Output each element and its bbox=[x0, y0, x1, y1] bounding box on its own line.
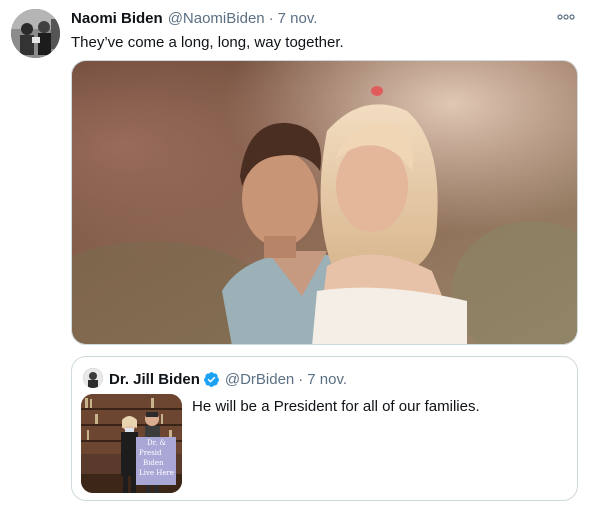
quoted-timestamp[interactable]: 7 nov. bbox=[307, 371, 347, 388]
verified-badge-icon bbox=[203, 371, 220, 388]
tweet-photo[interactable] bbox=[71, 60, 578, 345]
sign-line: Biden bbox=[143, 459, 164, 467]
tweet[interactable]: Naomi Biden @NaomiBiden · 7 nov. They’ve… bbox=[0, 0, 592, 510]
sign-line: Dr. & bbox=[147, 439, 166, 447]
author-avatar[interactable] bbox=[11, 9, 60, 58]
tweet-text: They’ve come a long, long, way together. bbox=[71, 34, 344, 51]
author-handle[interactable]: @NaomiBiden bbox=[168, 10, 265, 27]
avatar-image bbox=[11, 9, 60, 58]
quoted-tweet-text: He will be a President for all of our fa… bbox=[192, 398, 480, 415]
tweet-timestamp[interactable]: 7 nov. bbox=[278, 10, 318, 27]
quoted-avatar-image bbox=[83, 368, 103, 388]
quoted-tweet[interactable]: Dr. Jill Biden @DrBiden · 7 nov. Dr. & P… bbox=[71, 356, 578, 501]
quoted-photo[interactable]: Dr. & Presid Biden Live Here bbox=[81, 394, 182, 493]
photo-image bbox=[72, 61, 577, 344]
quoted-author-handle[interactable]: @DrBiden bbox=[225, 371, 294, 388]
sign-line: Presid bbox=[139, 449, 162, 457]
more-options-icon bbox=[557, 14, 575, 20]
quoted-author-avatar[interactable] bbox=[83, 368, 103, 388]
author-name[interactable]: Naomi Biden bbox=[71, 10, 163, 27]
header-separator: · bbox=[268, 10, 274, 27]
more-options-button[interactable] bbox=[554, 9, 578, 25]
sign-line: Live Here bbox=[139, 469, 174, 477]
tweet-header: Naomi Biden @NaomiBiden · 7 nov. bbox=[71, 10, 317, 30]
sign-text: Dr. & Presid Biden Live Here bbox=[139, 438, 175, 478]
quoted-header: Dr. Jill Biden @DrBiden · 7 nov. bbox=[109, 369, 347, 389]
quoted-author-name[interactable]: Dr. Jill Biden bbox=[109, 371, 200, 388]
quoted-separator: · bbox=[298, 370, 304, 388]
